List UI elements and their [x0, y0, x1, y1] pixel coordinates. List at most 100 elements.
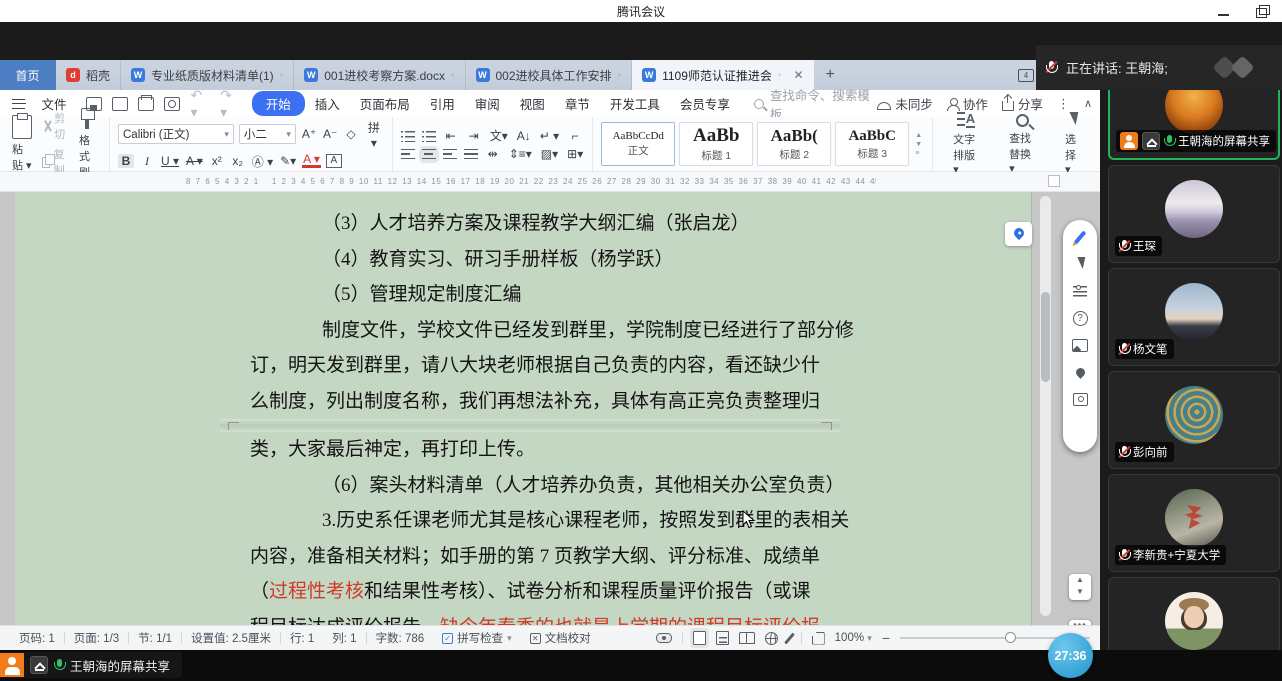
zoom-out-icon[interactable]: − [882, 630, 890, 646]
id-card-icon[interactable] [1071, 390, 1089, 408]
fit-page-icon[interactable] [812, 632, 825, 645]
share-button[interactable]: 分享 [1002, 94, 1043, 113]
line-spacing-icon[interactable]: ⇕≡▾ [508, 147, 533, 161]
menu-page-layout[interactable]: 页面布局 [350, 92, 420, 115]
font-size-select[interactable]: 小二▾ [239, 124, 296, 144]
paste-button[interactable]: 粘贴 ▾ [8, 115, 36, 173]
grow-font-icon[interactable]: A⁺ [301, 127, 317, 141]
cut-button[interactable]: 剪切 [42, 110, 69, 142]
distribute-icon[interactable]: ⇹ [485, 147, 501, 161]
collapse-ribbon-icon[interactable]: ∧ [1084, 97, 1092, 110]
numbered-list-icon[interactable] [422, 130, 436, 142]
ruler-units-icon[interactable]: ⌐ [567, 129, 583, 143]
sort-icon[interactable]: A↓ [516, 129, 532, 143]
italic-button[interactable]: I [139, 154, 155, 169]
spell-check-button[interactable]: ✓ 拼写检查▾ [433, 630, 521, 646]
style-heading2[interactable]: AaBb( 标题 2 [757, 122, 831, 166]
menu-review[interactable]: 审阅 [465, 92, 510, 115]
shading-icon[interactable]: ▨▾ [540, 147, 559, 161]
web-layout-icon[interactable] [765, 632, 778, 645]
zoom-level[interactable]: 100% ▾ [835, 632, 872, 644]
font-name-select[interactable]: Calibri (正文)▾ [118, 124, 234, 144]
redo-icon[interactable]: ↷ ▾ [220, 87, 242, 121]
undo-icon[interactable]: ↶ ▾ [190, 87, 212, 121]
align-right-icon[interactable] [443, 149, 457, 160]
print-icon[interactable] [138, 97, 154, 111]
restore-button[interactable] [1256, 5, 1268, 17]
participant-tile[interactable]: 杨文笔 [1108, 268, 1280, 366]
align-center-icon[interactable] [422, 149, 436, 160]
read-mode-icon[interactable] [739, 632, 755, 644]
style-heading3[interactable]: AaBbC 标题 3 [835, 122, 909, 166]
page-step-buttons[interactable]: ▲▼ [1069, 574, 1091, 600]
menu-references[interactable]: 引用 [420, 92, 465, 115]
document-text[interactable]: （3）人才培养方案及课程教学大纲汇编（张启龙）（4）教育实习、研习手册样板（杨学… [250, 206, 810, 625]
settings-slider-icon[interactable] [1071, 282, 1089, 300]
text-effects-icon[interactable]: Ⓐ ▾ [251, 153, 274, 170]
menu-view[interactable]: 视图 [510, 92, 555, 115]
bold-button[interactable]: B [118, 154, 134, 168]
tab-close-icon[interactable]: ✕ [793, 68, 803, 82]
multiwindow-icon[interactable]: 4 [1018, 69, 1034, 82]
print-preview-icon[interactable] [164, 97, 180, 111]
ruler-corner-icon[interactable] [1048, 175, 1060, 187]
menu-insert[interactable]: 插入 [305, 92, 350, 115]
zoom-slider-knob[interactable] [1005, 632, 1016, 643]
outline-view-icon[interactable] [716, 631, 729, 645]
menu-start[interactable]: 开始 [252, 91, 305, 116]
format-painter-button[interactable]: 格式刷 [75, 108, 101, 180]
screen-share-pill[interactable]: 王朝海的屏幕共享 [0, 652, 182, 678]
eye-protection-icon[interactable] [656, 633, 672, 643]
font-color-button[interactable]: A ▾ [302, 154, 321, 168]
hamburger-icon[interactable] [12, 99, 25, 109]
tab-home[interactable]: 首页 [0, 60, 56, 90]
pinyin-guide-icon[interactable]: 拼▾ [364, 119, 384, 150]
superscript-button[interactable]: x² [209, 154, 225, 168]
minimize-button[interactable] [1218, 5, 1230, 17]
tab-doc-3[interactable]: W 002进校具体工作安排◦ [466, 60, 633, 90]
ink-mode-icon[interactable] [784, 632, 795, 644]
image-icon[interactable] [1071, 336, 1089, 354]
justify-icon[interactable] [464, 149, 478, 160]
status-word-count[interactable]: 字数: 786 [367, 630, 434, 646]
decrease-indent-icon[interactable]: ⇤ [443, 129, 459, 143]
more-menu-icon[interactable]: ⋮ [1057, 96, 1070, 112]
location-icon[interactable] [1071, 363, 1089, 381]
clear-format-icon[interactable]: ◇ [343, 127, 359, 141]
increase-indent-icon[interactable]: ⇥ [466, 129, 482, 143]
character-shading-icon[interactable]: A [326, 154, 342, 168]
document-page[interactable]: （3）人才培养方案及课程教学大纲汇编（张启龙）（4）教育实习、研习手册样板（杨学… [15, 192, 1032, 625]
style-heading1[interactable]: AaBb 标题 1 [679, 122, 753, 166]
asian-layout-icon[interactable]: 文▾ [489, 127, 509, 144]
annotate-pen-icon[interactable] [1071, 228, 1089, 246]
styles-expand-icon[interactable]: ≡ [915, 150, 922, 157]
participant-tile[interactable]: 王琛 [1108, 165, 1280, 263]
location-pin-button[interactable] [1005, 222, 1032, 246]
document-proof-button[interactable]: ✕ 文档校对 [521, 630, 600, 646]
show-marks-icon[interactable]: ↵ ▾ [539, 129, 560, 143]
scrollbar-thumb[interactable] [1041, 292, 1050, 382]
style-normal[interactable]: AaBbCcDd 正文 [601, 122, 675, 166]
find-replace-button[interactable]: 查找替换 ▾ [997, 114, 1047, 175]
subscript-button[interactable]: x₂ [230, 154, 246, 168]
ruler[interactable]: 8 7 6 5 4 3 2 1 1 2 3 4 5 6 7 8 9 10 11 … [0, 172, 1100, 192]
export-icon[interactable] [112, 97, 128, 111]
shrink-font-icon[interactable]: A⁻ [322, 127, 338, 141]
vertical-scrollbar[interactable] [1040, 196, 1051, 616]
highlight-color-icon[interactable]: ✎▾ [279, 154, 297, 168]
participant-tile[interactable]: 彭向前 [1108, 371, 1280, 469]
strikethrough-button[interactable]: A ▾ [185, 154, 204, 168]
help-icon[interactable]: ? [1071, 309, 1089, 327]
styles-scroll-up-icon[interactable]: ▲ [915, 132, 922, 139]
sync-status[interactable]: 未同步 [877, 94, 933, 113]
bullet-list-icon[interactable] [401, 130, 415, 142]
borders-icon[interactable]: ⊞▾ [566, 147, 584, 161]
participant-tile[interactable]: 李新贵+宁夏大学 [1108, 474, 1280, 572]
meeting-timer[interactable]: 27:36 [1048, 633, 1093, 678]
tab-doc-1[interactable]: W 专业纸质版材料清单(1)◦ [121, 60, 294, 90]
tab-docer[interactable]: d 稻壳 [56, 60, 121, 90]
menu-dev-tools[interactable]: 开发工具 [600, 92, 670, 115]
menu-member[interactable]: 会员专享 [670, 92, 740, 115]
align-left-icon[interactable] [401, 149, 415, 160]
underline-button[interactable]: U ▾ [160, 154, 180, 168]
